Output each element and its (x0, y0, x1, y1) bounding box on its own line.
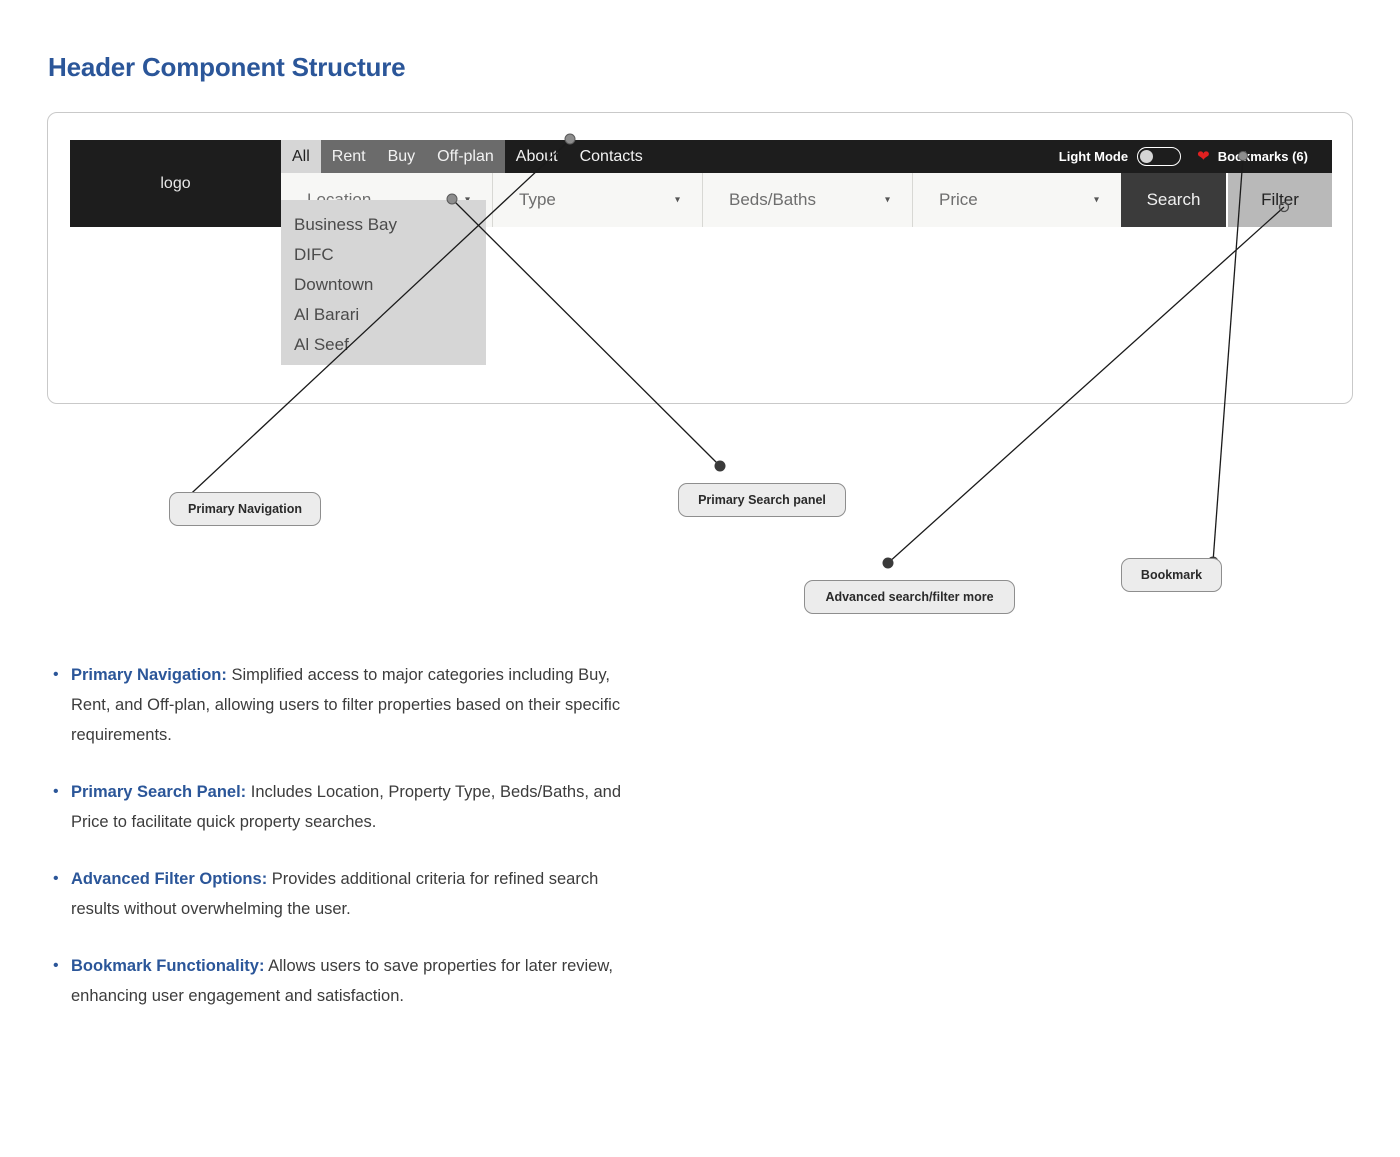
nav-item-offplan[interactable]: Off-plan (426, 140, 505, 173)
mock-site-header: logo All Rent Buy Off-plan About Contact… (70, 140, 1332, 227)
primary-navigation: All Rent Buy Off-plan About Contacts Lig… (281, 140, 1332, 173)
callout-label: Primary Search panel (698, 493, 826, 507)
page-title: Header Component Structure (48, 52, 406, 82)
callout-label: Primary Navigation (188, 502, 302, 516)
nav-item-rent[interactable]: Rent (320, 140, 377, 173)
search-field-beds-baths-label: Beds/Baths (729, 190, 816, 209)
list-item: Bookmark Functionality: Allows users to … (48, 951, 648, 1011)
wireframe-card: logo All Rent Buy Off-plan About Contact… (47, 112, 1353, 404)
bullet-term: Primary Navigation: (71, 666, 227, 684)
anchor-dot-search-callout (714, 460, 726, 472)
bookmarks-label: Bookmarks (6) (1217, 149, 1308, 164)
callout-primary-navigation[interactable]: Primary Navigation (169, 492, 321, 526)
search-button-label: Search (1146, 190, 1201, 209)
nav-label-all: All (292, 147, 310, 165)
logo-block[interactable]: logo (70, 140, 281, 227)
logo-label: logo (160, 174, 191, 192)
location-dropdown-list[interactable]: Business Bay DIFC Downtown Al Barari Al … (281, 200, 486, 365)
dropdown-option[interactable]: Business Bay (281, 210, 486, 240)
callout-primary-search-panel[interactable]: Primary Search panel (678, 483, 846, 517)
light-mode-label: Light Mode (1058, 149, 1129, 164)
callout-label: Bookmark (1140, 568, 1203, 582)
nav-item-all[interactable]: All (281, 140, 321, 173)
nav-item-contacts[interactable]: Contacts (569, 140, 654, 173)
bookmarks-control[interactable]: ❤ Bookmarks (6) (1197, 140, 1332, 173)
dropdown-option[interactable]: Downtown (281, 270, 486, 300)
nav-label-rent: Rent (331, 147, 366, 165)
anchor-dot-filter-callout (882, 557, 894, 569)
heart-icon: ❤ (1197, 148, 1210, 165)
dropdown-option[interactable]: Al Seef (281, 330, 486, 360)
callout-advanced-filter[interactable]: Advanced search/filter more (804, 580, 1015, 614)
search-field-price-label: Price (939, 190, 978, 209)
nav-label-contacts: Contacts (579, 147, 643, 165)
callout-bookmark[interactable]: Bookmark (1121, 558, 1222, 592)
dropdown-option[interactable]: Al Barari (281, 300, 486, 330)
bullet-term: Advanced Filter Options: (71, 870, 268, 888)
filter-button[interactable]: Filter (1226, 173, 1332, 227)
page-root: Header Component Structure logo All Rent… (0, 0, 1400, 1157)
list-item: Advanced Filter Options: Provides additi… (48, 864, 648, 924)
search-field-type[interactable]: Type ▾ (493, 173, 703, 227)
nav-label-buy: Buy (387, 147, 416, 165)
nav-label-about: About (515, 147, 558, 165)
dropdown-option[interactable]: Dubai Design District (281, 360, 486, 365)
bullet-term: Primary Search Panel: (71, 783, 247, 801)
nav-item-buy[interactable]: Buy (376, 140, 427, 173)
search-field-beds-baths[interactable]: Beds/Baths ▾ (703, 173, 913, 227)
filter-button-label: Filter (1261, 190, 1299, 209)
nav-label-offplan: Off-plan (437, 147, 494, 165)
search-field-price[interactable]: Price ▾ (913, 173, 1121, 227)
nav-item-about[interactable]: About (505, 140, 569, 173)
list-item: Primary Navigation: Simplified access to… (48, 660, 648, 750)
search-button[interactable]: Search (1121, 173, 1226, 227)
light-mode-toggle[interactable] (1137, 147, 1182, 166)
list-item: Primary Search Panel: Includes Location,… (48, 777, 648, 837)
bullet-term: Bookmark Functionality: (71, 957, 265, 975)
chevron-down-icon-type: ▾ (674, 194, 680, 206)
chevron-down-icon-beds: ▾ (884, 194, 890, 206)
search-field-type-label: Type (519, 190, 556, 209)
callout-label: Advanced search/filter more (825, 590, 994, 604)
feature-bullet-list: Primary Navigation: Simplified access to… (48, 660, 648, 1038)
dropdown-option[interactable]: DIFC (281, 240, 486, 270)
light-mode-control[interactable]: Light Mode (1059, 140, 1197, 173)
chevron-down-icon-price: ▾ (1093, 194, 1099, 206)
